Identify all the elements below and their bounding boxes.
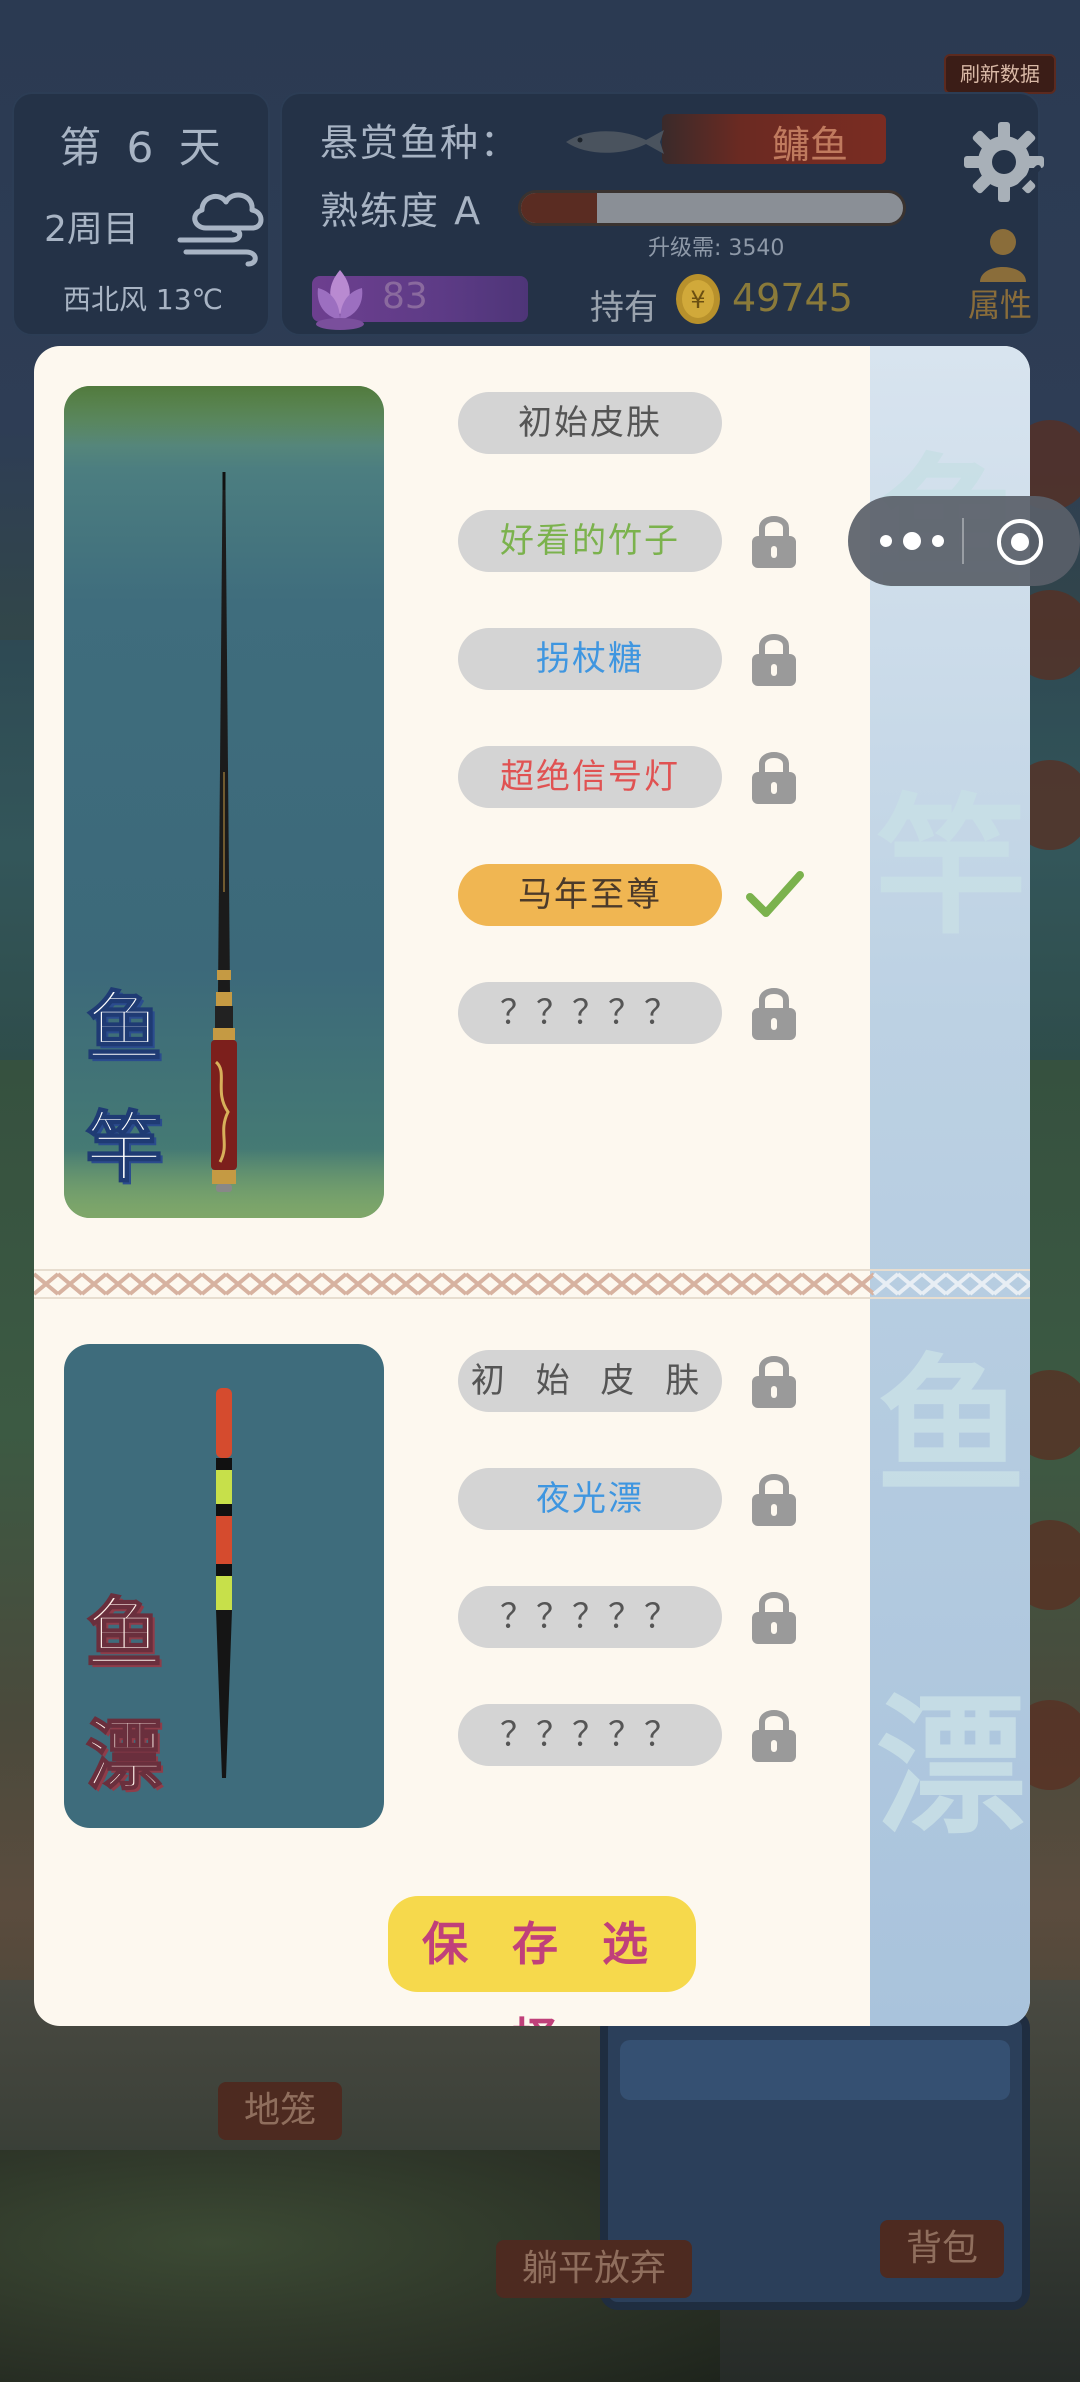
- float-title-char: 鱼: [85, 1588, 163, 1679]
- rod-skin-option[interactable]: 拐杖糖: [458, 628, 722, 690]
- float-skin-option[interactable]: 初 始 皮 肤: [458, 1350, 722, 1412]
- float-skin-option[interactable]: ？？？？？: [458, 1704, 722, 1766]
- modal-side-decoration: 鱼 竿 鱼 漂: [870, 346, 1030, 2026]
- yen-coin-icon: ¥: [676, 274, 720, 324]
- more-options-icon[interactable]: [872, 520, 952, 562]
- lock-icon: [752, 634, 796, 686]
- lock-icon: [752, 988, 796, 1040]
- skill-progress-bar: [518, 190, 906, 226]
- person-icon[interactable]: [976, 226, 1030, 284]
- lock-icon: [752, 1356, 796, 1408]
- coin-count: 49745: [732, 276, 853, 320]
- bounty-fish-name: 鳙鱼: [772, 123, 849, 167]
- skill-label: 熟练度 A: [320, 189, 483, 233]
- float-image: [216, 1388, 232, 1778]
- float-preview: 鱼 漂: [64, 1344, 384, 1828]
- preview-grass: [64, 386, 384, 446]
- gear-icon[interactable]: [962, 120, 1046, 204]
- side-glyph: 竿: [876, 781, 1027, 955]
- rod-preview: 鱼 竿: [64, 386, 384, 1218]
- attributes-label[interactable]: 属性: [968, 280, 1032, 326]
- bag-button[interactable]: 背包: [880, 2220, 1005, 2278]
- day-counter: 第 6 天: [59, 123, 227, 172]
- lock-icon: [752, 516, 796, 568]
- refresh-data-button[interactable]: 刷新数据: [944, 54, 1056, 94]
- lock-icon: [752, 752, 796, 804]
- lock-icon: [752, 1710, 796, 1762]
- rod-title-char: 鱼: [85, 982, 163, 1073]
- capsule-divider: [962, 518, 964, 564]
- round-counter: 2周目: [44, 209, 139, 250]
- fishing-rod-image: [211, 472, 237, 1192]
- cloud-wind-icon: [177, 192, 264, 267]
- rod-skin-option[interactable]: 好看的竹子: [458, 510, 722, 572]
- skin-selection-modal: 鱼 竿 鱼 漂 鱼 竿 初始皮肤好看的竹子拐杖糖超绝信号灯马年至尊 ？？？？？: [34, 346, 1030, 2026]
- lotus-gem-icon: [316, 270, 364, 330]
- hold-label: 持有: [590, 288, 658, 328]
- rod-skin-option[interactable]: ？？？？？: [458, 982, 722, 1044]
- rod-skin-option[interactable]: 初始皮肤: [458, 392, 722, 454]
- fish-icon: [566, 130, 664, 154]
- wind-temperature: 西北风 13℃: [63, 283, 223, 316]
- lock-icon: [752, 1474, 796, 1526]
- close-mini-program-icon[interactable]: [994, 516, 1046, 568]
- status-panel: 悬赏鱼种： 鳙鱼 熟练度 A 升级需: 3540 83 持有 ¥ 49745: [280, 92, 1040, 336]
- side-glyph: 漂: [876, 1681, 1027, 1855]
- day-weather-panel: 第 6 天 2周目 西北风 13℃: [12, 92, 270, 336]
- give-up-button[interactable]: 躺平放弃: [496, 2240, 693, 2298]
- upgrade-requirement: 升级需: 3540: [648, 236, 785, 261]
- rod-title-char: 竿: [85, 1102, 163, 1193]
- fish-cage-button[interactable]: 地笼: [218, 2082, 343, 2140]
- mini-program-capsule: [848, 496, 1080, 586]
- rod-skin-option[interactable]: 马年至尊: [458, 864, 722, 926]
- rod-skin-option[interactable]: 超绝信号灯: [458, 746, 722, 808]
- svg-text:¥: ¥: [690, 286, 705, 314]
- background-tackle-box-lid: [620, 2040, 1010, 2100]
- section-divider: [34, 1269, 1030, 1299]
- save-selection-button[interactable]: 保 存 选 择: [388, 1896, 696, 2026]
- side-glyph: 鱼: [876, 1341, 1027, 1515]
- float-title-char: 漂: [85, 1710, 163, 1801]
- bounty-label: 悬赏鱼种：: [320, 121, 521, 165]
- check-icon: [746, 871, 804, 917]
- gem-count: 83: [382, 276, 428, 317]
- float-skin-option[interactable]: ？？？？？: [458, 1586, 722, 1648]
- float-skin-option[interactable]: 夜光漂: [458, 1468, 722, 1530]
- skill-progress-fill: [521, 193, 598, 223]
- lock-icon: [752, 1592, 796, 1644]
